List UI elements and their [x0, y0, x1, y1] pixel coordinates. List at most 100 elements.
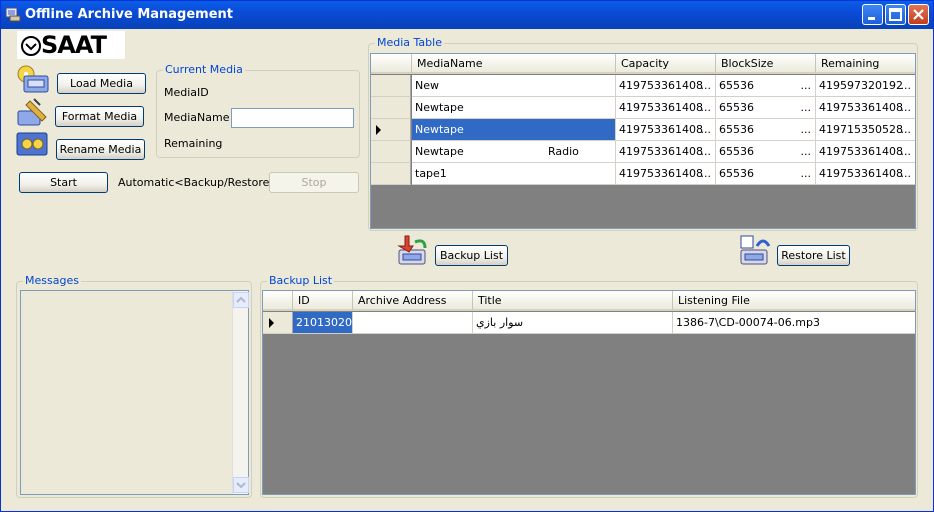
backup-col-header-listening-file[interactable]: Listening File: [673, 291, 915, 311]
media-name-text: Newtape: [415, 123, 464, 136]
remaining-text: 419753361408: [819, 101, 903, 114]
backup-col-header-archive-address[interactable]: Archive Address: [353, 291, 473, 311]
backup-list-button[interactable]: Backup List: [435, 245, 508, 266]
table-cell-capacity[interactable]: 419753361408...: [616, 163, 716, 185]
table-row-name[interactable]: Newtape Radio: [412, 141, 616, 163]
row-pointer-icon: [269, 318, 274, 328]
blocksize-text: 65536: [719, 145, 754, 158]
blocksize-text: 65536: [719, 167, 754, 180]
table-cell-remaining[interactable]: 419753361408...: [816, 163, 915, 185]
media-col-header-name[interactable]: MediaName: [412, 54, 616, 74]
restore-list-button[interactable]: Restore List: [777, 245, 850, 266]
capacity-text: 419753361408: [619, 79, 703, 92]
media-table-corner-header: [371, 54, 412, 74]
remaining-text: 419715350528: [819, 123, 903, 136]
minimize-button[interactable]: [862, 4, 883, 25]
table-row-name[interactable]: tape1: [412, 163, 616, 185]
rename-media-icon: [16, 132, 48, 156]
backup-list-legend: Backup List: [267, 274, 335, 287]
cell-ellipsis: ...: [700, 145, 712, 158]
backup-row-header-current[interactable]: [263, 312, 293, 334]
backup-cell-archive-address[interactable]: [353, 312, 473, 334]
table-cell-remaining[interactable]: 419753361408...: [816, 141, 915, 163]
table-cell-capacity[interactable]: 419753361408...: [616, 141, 716, 163]
table-cell-capacity[interactable]: 419753361408...: [616, 75, 716, 97]
logo-text: SAAT: [41, 31, 107, 59]
cell-ellipsis: ...: [700, 101, 712, 114]
cell-ellipsis: ...: [900, 101, 912, 114]
table-cell-capacity[interactable]: 419753361408...: [616, 119, 716, 141]
media-name-text: New: [415, 79, 439, 92]
logo: SAAT: [17, 31, 125, 59]
table-row-header[interactable]: [371, 75, 411, 97]
capacity-text: 419753361408: [619, 123, 703, 136]
scroll-down-button[interactable]: [233, 477, 249, 493]
restore-list-icon: [740, 235, 771, 265]
media-table-legend: Media Table: [375, 36, 444, 49]
media-col-header-capacity[interactable]: Capacity: [616, 54, 716, 74]
minimize-icon: [868, 17, 875, 20]
media-name-field[interactable]: [231, 108, 354, 128]
table-row-header-current[interactable]: [371, 119, 411, 141]
table-cell-remaining[interactable]: 419715350528...: [816, 119, 915, 141]
table-cell-capacity[interactable]: 419753361408...: [616, 97, 716, 119]
media-table-grid[interactable]: MediaName Capacity BlockSize Remaining N…: [370, 53, 916, 229]
load-media-button[interactable]: Load Media: [57, 73, 146, 94]
backup-cell-listening-file[interactable]: 1386-7\CD-00074-06.mp3: [673, 312, 915, 334]
capacity-text: 419753361408: [619, 101, 703, 114]
table-cell-remaining[interactable]: 419753361408...: [816, 97, 915, 119]
table-row-name[interactable]: Newtape: [412, 97, 616, 119]
scroll-down-icon: [236, 482, 246, 489]
blocksize-text: 65536: [719, 123, 754, 136]
maximize-button[interactable]: [885, 4, 906, 25]
cell-ellipsis: ...: [800, 101, 812, 114]
table-cell-blocksize[interactable]: 65536...: [716, 141, 816, 163]
table-row-header[interactable]: [371, 97, 411, 119]
rename-media-button[interactable]: Rename Media: [56, 139, 145, 160]
close-button[interactable]: [908, 4, 929, 25]
load-media-icon: [17, 65, 49, 93]
backup-cell-id[interactable]: 21013020: [293, 312, 353, 334]
scroll-up-button[interactable]: [233, 292, 249, 308]
table-cell-blocksize[interactable]: 65536...: [716, 75, 816, 97]
stop-button[interactable]: Stop: [269, 172, 359, 193]
cell-ellipsis: ...: [900, 123, 912, 136]
row-pointer-icon: [376, 125, 381, 135]
table-cell-blocksize[interactable]: 65536...: [716, 97, 816, 119]
scroll-up-icon: [236, 296, 246, 303]
messages-box[interactable]: [20, 290, 249, 495]
table-cell-blocksize[interactable]: 65536...: [716, 163, 816, 185]
media-name-label: MediaName: [164, 111, 230, 124]
blocksize-text: 65536: [719, 101, 754, 114]
current-media-legend: Current Media: [163, 63, 245, 76]
messages-scrollbar[interactable]: [232, 291, 249, 494]
messages-legend: Messages: [23, 274, 81, 287]
automatic-label: Automatic<Backup/Restore>: [118, 176, 279, 189]
format-media-button[interactable]: Format Media: [55, 106, 144, 127]
table-cell-remaining[interactable]: 419597320192...: [816, 75, 915, 97]
table-row-name[interactable]: New: [412, 75, 616, 97]
cell-ellipsis: ...: [800, 123, 812, 136]
backup-col-header-title[interactable]: Title: [473, 291, 673, 311]
start-button[interactable]: Start: [19, 172, 108, 193]
capacity-text: 419753361408: [619, 145, 703, 158]
remaining-text: 419597320192: [819, 79, 903, 92]
app-window: Offline Archive Management SAAT Load Med…: [0, 0, 934, 512]
media-id-label: MediaID: [164, 86, 209, 99]
media-name-text: Newtape: [415, 101, 464, 114]
backup-cell-title[interactable]: سوار بازي: [473, 312, 673, 334]
remaining-text: 419753361408: [819, 167, 903, 180]
media-col-header-remaining[interactable]: Remaining: [816, 54, 915, 74]
title-bar[interactable]: Offline Archive Management: [1, 1, 933, 29]
capacity-text: 419753361408: [619, 167, 703, 180]
backup-list-grid[interactable]: ID Archive Address Title Listening File …: [262, 290, 916, 495]
table-row-header[interactable]: [371, 163, 411, 185]
close-icon: [913, 9, 924, 20]
window-title: Offline Archive Management: [25, 7, 234, 22]
table-cell-blocksize[interactable]: 65536...: [716, 119, 816, 141]
media-col-header-blocksize[interactable]: BlockSize: [716, 54, 816, 74]
table-row-name-selected[interactable]: Newtape: [412, 119, 616, 141]
backup-col-header-id[interactable]: ID: [293, 291, 353, 311]
format-media-icon: [17, 98, 47, 126]
table-row-header[interactable]: [371, 141, 411, 163]
